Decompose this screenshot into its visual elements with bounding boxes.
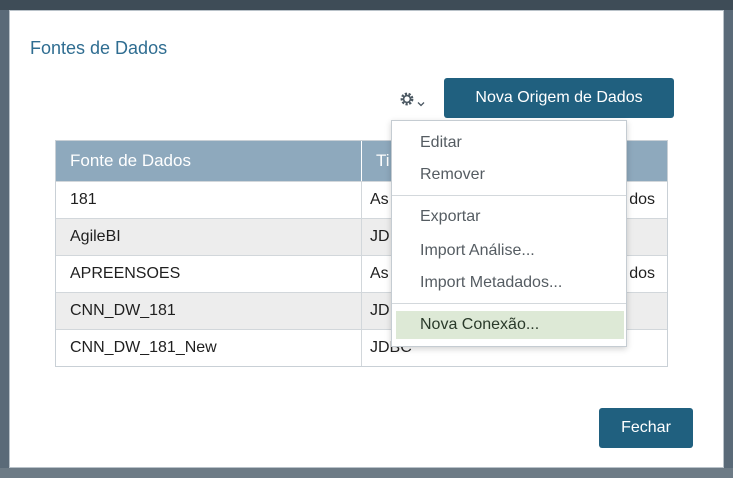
menu-item-import-analysis[interactable]: Import Análise... — [392, 237, 626, 265]
menu-divider — [392, 195, 626, 196]
cell-type-text: JD — [370, 228, 390, 245]
backdrop-bottom — [0, 468, 733, 478]
cell-type-text: As — [370, 191, 389, 208]
cell-name: CNN_DW_181 — [56, 293, 362, 329]
new-data-source-button[interactable]: Nova Origem de Dados — [444, 78, 674, 118]
header-data-source[interactable]: Fonte de Dados — [56, 141, 362, 181]
menu-item-new-connection[interactable]: Nova Conexão... — [396, 311, 624, 339]
cell-name: 181 — [56, 182, 362, 218]
cell-type-text: As — [370, 265, 389, 282]
gear-icon — [399, 91, 415, 107]
cell-name: AgileBI — [56, 219, 362, 255]
cell-name: APREENSOES — [56, 256, 362, 292]
settings-menu-button[interactable] — [397, 88, 427, 110]
menu-item-export[interactable]: Exportar — [392, 203, 626, 231]
cell-name: CNN_DW_181_New — [56, 330, 362, 366]
dialog-title: Fontes de Dados — [30, 38, 168, 58]
close-button[interactable]: Fechar — [599, 408, 693, 448]
menu-item-edit[interactable]: Editar — [392, 129, 626, 157]
backdrop-top — [0, 0, 733, 10]
cell-type-tail: dos — [629, 191, 655, 208]
menu-item-remove[interactable]: Remover — [392, 161, 626, 189]
menu-item-import-metadata[interactable]: Import Metadados... — [392, 269, 626, 297]
menu-divider — [392, 303, 626, 304]
cell-type-text: JD — [370, 302, 390, 319]
settings-dropdown-menu: Editar Remover Exportar Import Análise..… — [391, 120, 627, 347]
cell-type-tail: dos — [629, 265, 655, 282]
caret-down-icon — [417, 95, 425, 107]
